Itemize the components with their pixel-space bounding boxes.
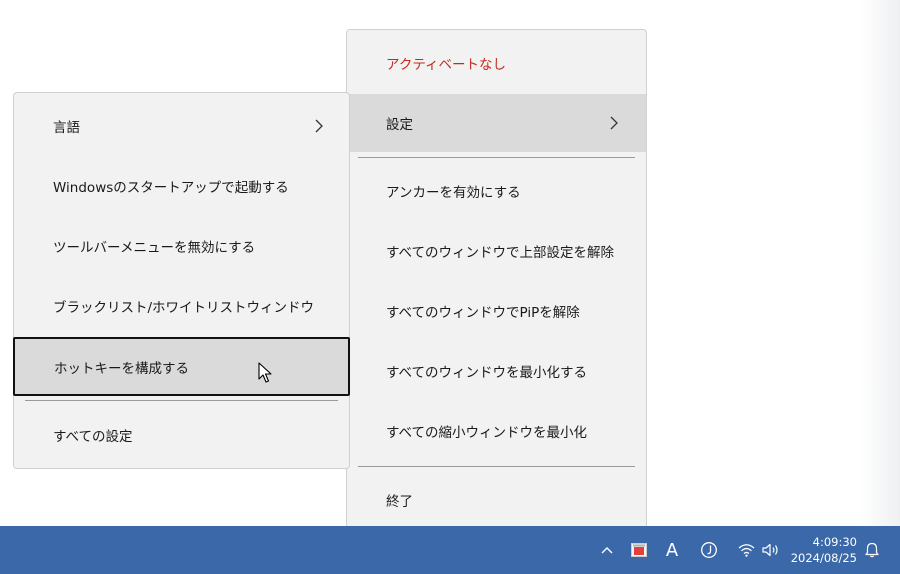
menu-item-enable-anchor[interactable]: アンカーを有効にする bbox=[347, 162, 646, 220]
app-tray-icon[interactable] bbox=[629, 526, 649, 574]
menu-item-minimize-shrunk-all[interactable]: すべての縮小ウィンドウを最小化 bbox=[347, 402, 646, 460]
menu-separator bbox=[358, 157, 635, 158]
mouse-cursor-icon bbox=[258, 362, 272, 383]
submenu-item-language[interactable]: 言語 bbox=[14, 97, 349, 155]
menu-item-label: ブラックリスト/ホワイトリストウィンドウ bbox=[53, 300, 315, 316]
menu-item-unset-topmost-all[interactable]: すべてのウィンドウで上部設定を解除 bbox=[347, 222, 646, 280]
taskbar: A 4:09:30 2024/08/25 bbox=[0, 526, 900, 574]
menu-item-label: すべての設定 bbox=[53, 429, 133, 445]
menu-item-label: すべてのウィンドウを最小化する bbox=[386, 365, 588, 381]
submenu-item-disable-toolbar[interactable]: ツールバーメニューを無効にする bbox=[14, 217, 349, 275]
menu-separator bbox=[358, 466, 635, 467]
ime-mode-icon[interactable]: A bbox=[662, 526, 682, 574]
submenu-item-hotkeys[interactable]: ホットキーを構成する bbox=[13, 337, 350, 396]
menu-item-label: すべてのウィンドウでPiPを解除 bbox=[386, 305, 580, 321]
submenu-item-all-settings[interactable]: すべての設定 bbox=[14, 406, 349, 464]
menu-item-no-activate[interactable]: アクティベートなし bbox=[347, 34, 646, 92]
menu-item-label: 設定 bbox=[386, 117, 413, 133]
chevron-up-icon[interactable] bbox=[598, 526, 616, 574]
menu-item-label: 終了 bbox=[386, 494, 413, 510]
menu-item-unset-pip-all[interactable]: すべてのウィンドウでPiPを解除 bbox=[347, 282, 646, 340]
system-clock[interactable]: 4:09:30 2024/08/25 bbox=[791, 534, 857, 566]
menu-item-minimize-all[interactable]: すべてのウィンドウを最小化する bbox=[347, 342, 646, 400]
ime-status-icon[interactable] bbox=[698, 526, 720, 574]
menu-item-label: 言語 bbox=[53, 120, 80, 136]
chevron-right-icon bbox=[315, 119, 323, 133]
wifi-icon[interactable] bbox=[736, 526, 756, 574]
menu-item-label: アクティベートなし bbox=[386, 57, 507, 73]
menu-item-label: すべての縮小ウィンドウを最小化 bbox=[386, 425, 588, 441]
clock-time: 4:09:30 bbox=[812, 535, 857, 549]
menu-item-label: アンカーを有効にする bbox=[386, 185, 521, 201]
menu-item-label: ツールバーメニューを無効にする bbox=[53, 240, 256, 256]
menu-item-label: すべてのウィンドウで上部設定を解除 bbox=[386, 245, 615, 261]
menu-item-settings[interactable]: 設定 bbox=[347, 94, 646, 152]
context-menu: アクティベートなし 設定 アンカーを有効にする すべてのウィンドウで上部設定を解… bbox=[346, 29, 647, 535]
menu-item-label: Windowsのスタートアップで起動する bbox=[53, 180, 289, 196]
menu-separator bbox=[25, 400, 338, 401]
clock-date: 2024/08/25 bbox=[790, 551, 857, 565]
submenu-item-startup[interactable]: Windowsのスタートアップで起動する bbox=[14, 157, 349, 215]
volume-icon[interactable] bbox=[760, 526, 782, 574]
submenu-item-blacklist-whitelist[interactable]: ブラックリスト/ホワイトリストウィンドウ bbox=[14, 277, 349, 335]
menu-item-exit[interactable]: 終了 bbox=[347, 471, 646, 529]
settings-submenu: 言語 Windowsのスタートアップで起動する ツールバーメニューを無効にする … bbox=[13, 92, 350, 469]
chevron-right-icon bbox=[610, 116, 618, 130]
desktop-edge-shadow bbox=[860, 0, 900, 526]
notification-bell-icon[interactable] bbox=[862, 526, 882, 574]
menu-item-label: ホットキーを構成する bbox=[54, 360, 189, 377]
